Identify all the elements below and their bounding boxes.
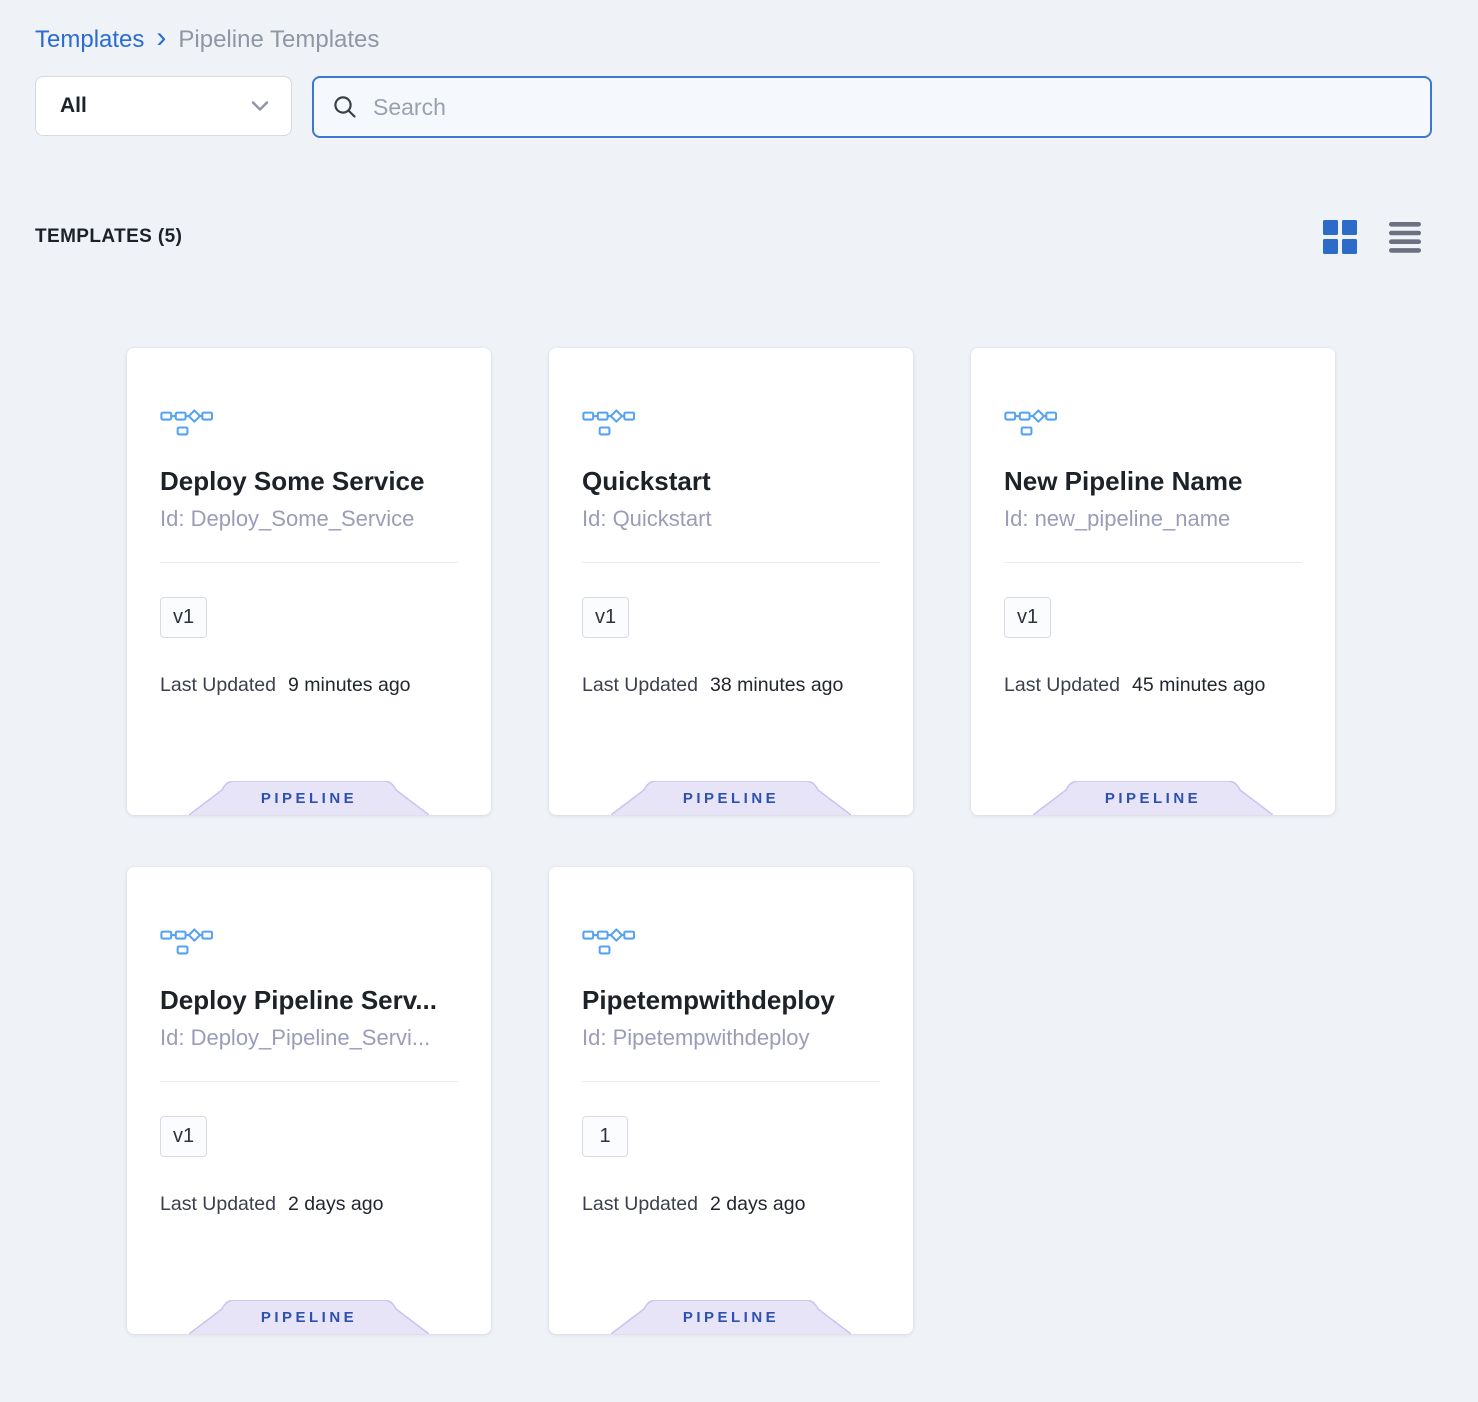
- version-badge: v1: [1004, 597, 1051, 638]
- last-updated-value: 45 minutes ago: [1132, 674, 1265, 697]
- type-badge-label: PIPELINE: [611, 1300, 851, 1334]
- breadcrumb-link-templates[interactable]: Templates: [35, 26, 144, 54]
- card-id: Id: Pipetempwithdeploy: [582, 1025, 880, 1051]
- card-id: Id: Quickstart: [582, 506, 880, 532]
- version-badge: v1: [160, 597, 207, 638]
- pipeline-diagram-icon: [160, 403, 458, 438]
- last-updated-row: Last Updated 2 days ago: [582, 1193, 880, 1216]
- page-header: Templates › Pipeline Templates: [0, 0, 1478, 54]
- type-badge-label: PIPELINE: [189, 781, 429, 815]
- list-view-icon: [1389, 241, 1421, 256]
- pipeline-diagram-icon: [582, 922, 880, 957]
- pipeline-diagram-icon: [1004, 403, 1302, 438]
- pipeline-diagram-icon: [160, 922, 458, 957]
- last-updated-value: 2 days ago: [710, 1193, 805, 1216]
- template-card[interactable]: Deploy Some Service Id: Deploy_Some_Serv…: [127, 348, 491, 815]
- last-updated-label: Last Updated: [582, 674, 698, 697]
- breadcrumb-separator-icon: ›: [156, 27, 166, 49]
- pipeline-diagram-icon: [582, 403, 880, 438]
- version-badge: v1: [160, 1116, 207, 1157]
- template-grid: Deploy Some Service Id: Deploy_Some_Serv…: [127, 348, 1478, 1334]
- pipeline-type-badge: PIPELINE: [189, 1300, 429, 1334]
- search-input[interactable]: [373, 94, 1412, 121]
- template-card[interactable]: Quickstart Id: Quickstart v1 Last Update…: [549, 348, 913, 815]
- card-id: Id: Deploy_Pipeline_Servi...: [160, 1025, 458, 1051]
- pipeline-type-badge: PIPELINE: [189, 781, 429, 815]
- template-type-dropdown[interactable]: All: [35, 76, 292, 136]
- pipeline-type-badge: PIPELINE: [1033, 781, 1273, 815]
- chevron-down-icon: [251, 100, 269, 112]
- type-badge-label: PIPELINE: [189, 1300, 429, 1334]
- pipeline-type-badge: PIPELINE: [611, 781, 851, 815]
- last-updated-label: Last Updated: [1004, 674, 1120, 697]
- version-badge: 1: [582, 1116, 628, 1157]
- card-id: Id: Deploy_Some_Service: [160, 506, 458, 532]
- view-toggle-group: [1323, 220, 1421, 254]
- dropdown-selected-value: All: [60, 94, 87, 118]
- card-divider: [160, 1081, 458, 1082]
- last-updated-row: Last Updated 9 minutes ago: [160, 674, 458, 697]
- search-box: [312, 76, 1432, 138]
- last-updated-row: Last Updated 45 minutes ago: [1004, 674, 1302, 697]
- last-updated-label: Last Updated: [160, 1193, 276, 1216]
- card-divider: [1004, 562, 1302, 563]
- card-title: Deploy Some Service: [160, 466, 458, 497]
- breadcrumb: Templates › Pipeline Templates: [35, 26, 1443, 54]
- last-updated-value: 9 minutes ago: [288, 674, 411, 697]
- card-title: Pipetempwithdeploy: [582, 985, 880, 1016]
- card-divider: [160, 562, 458, 563]
- card-title: Quickstart: [582, 466, 880, 497]
- pipeline-type-badge: PIPELINE: [611, 1300, 851, 1334]
- list-view-button[interactable]: [1389, 222, 1421, 253]
- last-updated-row: Last Updated 38 minutes ago: [582, 674, 880, 697]
- search-icon: [332, 94, 358, 120]
- version-badge: v1: [582, 597, 629, 638]
- card-title: Deploy Pipeline Serv...: [160, 985, 458, 1016]
- templates-section-header: TEMPLATES (5): [35, 220, 1421, 254]
- section-heading: TEMPLATES (5): [35, 226, 182, 248]
- card-divider: [582, 562, 880, 563]
- card-id: Id: new_pipeline_name: [1004, 506, 1302, 532]
- last-updated-label: Last Updated: [582, 1193, 698, 1216]
- type-badge-label: PIPELINE: [611, 781, 851, 815]
- grid-view-button[interactable]: [1323, 220, 1357, 254]
- card-divider: [582, 1081, 880, 1082]
- last-updated-row: Last Updated 2 days ago: [160, 1193, 458, 1216]
- type-badge-label: PIPELINE: [1033, 781, 1273, 815]
- breadcrumb-current-page: Pipeline Templates: [178, 26, 379, 54]
- last-updated-label: Last Updated: [160, 674, 276, 697]
- last-updated-value: 2 days ago: [288, 1193, 383, 1216]
- last-updated-value: 38 minutes ago: [710, 674, 843, 697]
- grid-view-icon: [1323, 242, 1357, 257]
- filter-controls: All: [35, 76, 1443, 138]
- template-card[interactable]: Deploy Pipeline Serv... Id: Deploy_Pipel…: [127, 867, 491, 1334]
- template-card[interactable]: Pipetempwithdeploy Id: Pipetempwithdeplo…: [549, 867, 913, 1334]
- card-title: New Pipeline Name: [1004, 466, 1302, 497]
- template-card[interactable]: New Pipeline Name Id: new_pipeline_name …: [971, 348, 1335, 815]
